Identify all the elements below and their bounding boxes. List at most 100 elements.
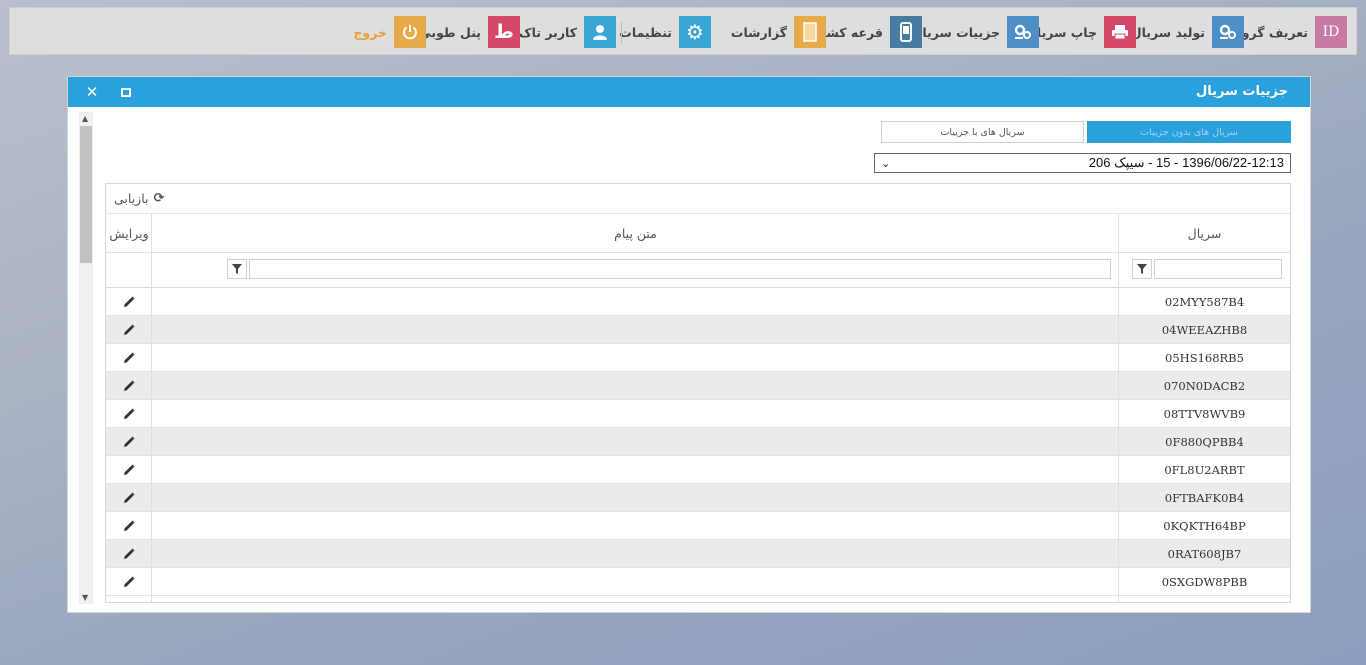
toolbar-item-reports[interactable]: گزارشات xyxy=(731,16,826,48)
toolbar-item-logout[interactable]: خروج xyxy=(353,16,426,48)
toolbar-item-serial-generation[interactable]: تولید سریال xyxy=(1131,16,1244,48)
column-divider xyxy=(151,214,152,602)
tab-serials-without-details[interactable]: سریال های بدون جزییات xyxy=(1087,121,1291,143)
table-row[interactable]: 02MYY587B4 xyxy=(106,288,1290,316)
toolbar-item-label: تولید سریال xyxy=(1130,24,1205,40)
serial-cell: 05HS168RB5 xyxy=(1165,351,1244,365)
pencil-icon[interactable] xyxy=(106,428,152,456)
cogs-icon xyxy=(1212,16,1244,48)
serial-filter-input[interactable] xyxy=(1154,259,1282,279)
table-row[interactable]: 0SXGDW8PBB xyxy=(106,568,1290,596)
message-cell xyxy=(152,288,1119,316)
gear-icon: ⚙ xyxy=(679,16,711,48)
grid-body: 02MYY587B4 04WEEAZHB8 05HS168RB5 070N0DACB2… xyxy=(106,288,1290,596)
filter-icon[interactable] xyxy=(227,259,247,279)
message-cell xyxy=(152,428,1119,456)
cogs-icon xyxy=(1007,16,1039,48)
message-cell xyxy=(152,512,1119,540)
pencil-icon[interactable] xyxy=(106,568,152,596)
serial-cell: 08TTV8WVB9 xyxy=(1163,407,1246,421)
pencil-icon[interactable] xyxy=(106,540,152,568)
serial-cell: 04WEEAZHB8 xyxy=(1161,323,1248,337)
scrollbar-thumb[interactable] xyxy=(80,126,92,263)
filter-icon[interactable] xyxy=(1132,259,1152,279)
vertical-scrollbar[interactable]: ▲ ▼ xyxy=(79,112,93,604)
message-cell xyxy=(152,456,1119,484)
toolbar-item-serial-details[interactable]: جزییات سریال xyxy=(911,16,1039,48)
table-row[interactable]: 070N0DACB2 xyxy=(106,372,1290,400)
serial-cell: 0F880QPBB4 xyxy=(1165,435,1244,449)
table-row[interactable]: 0FTBAFK0B4 xyxy=(106,484,1290,512)
toolbar-item-label: گزارشات xyxy=(730,24,787,40)
logo-icon: ط xyxy=(488,16,520,48)
pencil-icon[interactable] xyxy=(106,288,152,316)
power-icon xyxy=(394,16,426,48)
serial-details-dialog: جزییات سریال ✕ ▲ ▼ سریال های بدون جزییات… xyxy=(67,76,1311,613)
pencil-icon[interactable] xyxy=(106,484,152,512)
user-icon xyxy=(584,16,616,48)
refresh-button[interactable]: ⟳ بازیابی xyxy=(114,191,164,206)
scroll-up-icon[interactable]: ▲ xyxy=(82,114,88,123)
scroll-down-icon[interactable]: ▼ xyxy=(82,593,88,602)
message-cell xyxy=(152,540,1119,568)
message-cell xyxy=(152,484,1119,512)
pencil-icon[interactable] xyxy=(106,372,152,400)
mobile-icon xyxy=(890,16,922,48)
toolbar-item-tooba-panel[interactable]: ط پنل طوبی xyxy=(419,16,520,48)
toolbar-divider xyxy=(621,22,622,44)
toolbar-item-tak-user[interactable]: کاربر تاک xyxy=(519,16,616,48)
serial-cell: 0RAT608JB7 xyxy=(1167,547,1242,561)
table-row[interactable]: 05HS168RB5 xyxy=(106,344,1290,372)
table-row[interactable]: 0FL8U2ARBT xyxy=(106,456,1290,484)
column-header-serial[interactable]: سریال xyxy=(1119,214,1290,253)
serial-cell: 0FTBAFK0B4 xyxy=(1164,491,1245,505)
message-cell xyxy=(152,372,1119,400)
message-cell xyxy=(152,344,1119,372)
serial-cell: 070N0DACB2 xyxy=(1163,379,1246,393)
serials-grid: ⟳ بازیابی سریال متن پیام ویرایش 02MYY587… xyxy=(105,183,1291,603)
refresh-icon: ⟳ xyxy=(153,191,165,206)
pencil-icon[interactable] xyxy=(106,456,152,484)
toolbar-item-print-serial[interactable]: چاپ سریال xyxy=(1026,16,1136,48)
message-filter-input[interactable] xyxy=(249,259,1111,279)
toolbar-item-label: پنل طوبی xyxy=(418,24,481,40)
column-divider xyxy=(1118,214,1119,602)
table-row[interactable]: 0KQKTH64BP xyxy=(106,512,1290,540)
toolbar-item-label: تنظیمات xyxy=(619,24,672,40)
close-icon[interactable]: ✕ xyxy=(83,83,101,101)
grid-header-row: سریال متن پیام ویرایش xyxy=(106,214,1290,253)
dialog-title: جزییات سریال xyxy=(1195,84,1288,99)
table-row[interactable]: 04WEEAZHB8 xyxy=(106,316,1290,344)
message-cell xyxy=(152,400,1119,428)
toolbar-item-label: خروج xyxy=(353,24,387,40)
id-card-icon: ID xyxy=(1315,16,1347,48)
printer-icon xyxy=(1104,16,1136,48)
toolbar-item-lottery[interactable]: قرعه کشی xyxy=(814,16,922,48)
serial-cell: 02MYY587B4 xyxy=(1164,295,1245,309)
toolbar-item-label: کاربر تاک xyxy=(518,24,577,40)
toolbar-item-group-definition[interactable]: ID تعریف گروه xyxy=(1234,16,1347,48)
toolbar-item-settings[interactable]: ⚙ تنظیمات xyxy=(619,16,711,48)
table-row[interactable]: 0F880QPBB4 xyxy=(106,428,1290,456)
column-header-message[interactable]: متن پیام xyxy=(152,214,1119,253)
serial-cell: 0SXGDW8PBB xyxy=(1161,575,1248,589)
maximize-icon[interactable] xyxy=(117,83,135,101)
serial-batch-select[interactable]: 1396/06/22-12:13 - 15 - سیپک 206 ⌄ xyxy=(874,153,1291,173)
serial-cell: 0KQKTH64BP xyxy=(1163,519,1246,533)
message-cell xyxy=(152,316,1119,344)
pencil-icon[interactable] xyxy=(106,512,152,540)
document-icon xyxy=(794,16,826,48)
main-toolbar: ID تعریف گروه تولید سریال چاپ سریال جزیی… xyxy=(9,7,1357,55)
pencil-icon[interactable] xyxy=(106,316,152,344)
pencil-icon[interactable] xyxy=(106,400,152,428)
pencil-icon[interactable] xyxy=(106,344,152,372)
grid-toolbar: ⟳ بازیابی xyxy=(106,184,1290,214)
table-row[interactable]: 08TTV8WVB9 xyxy=(106,400,1290,428)
column-header-edit: ویرایش xyxy=(109,226,149,241)
message-cell xyxy=(152,568,1119,596)
tab-serials-with-details[interactable]: سریال های با جزییات xyxy=(881,121,1084,143)
toolbar-item-label: جزییات سریال xyxy=(911,24,1001,40)
serial-cell: 0FL8U2ARBT xyxy=(1164,463,1245,477)
toolbar-item-label: تعریف گروه xyxy=(1234,24,1308,40)
table-row[interactable]: 0RAT608JB7 xyxy=(106,540,1290,568)
